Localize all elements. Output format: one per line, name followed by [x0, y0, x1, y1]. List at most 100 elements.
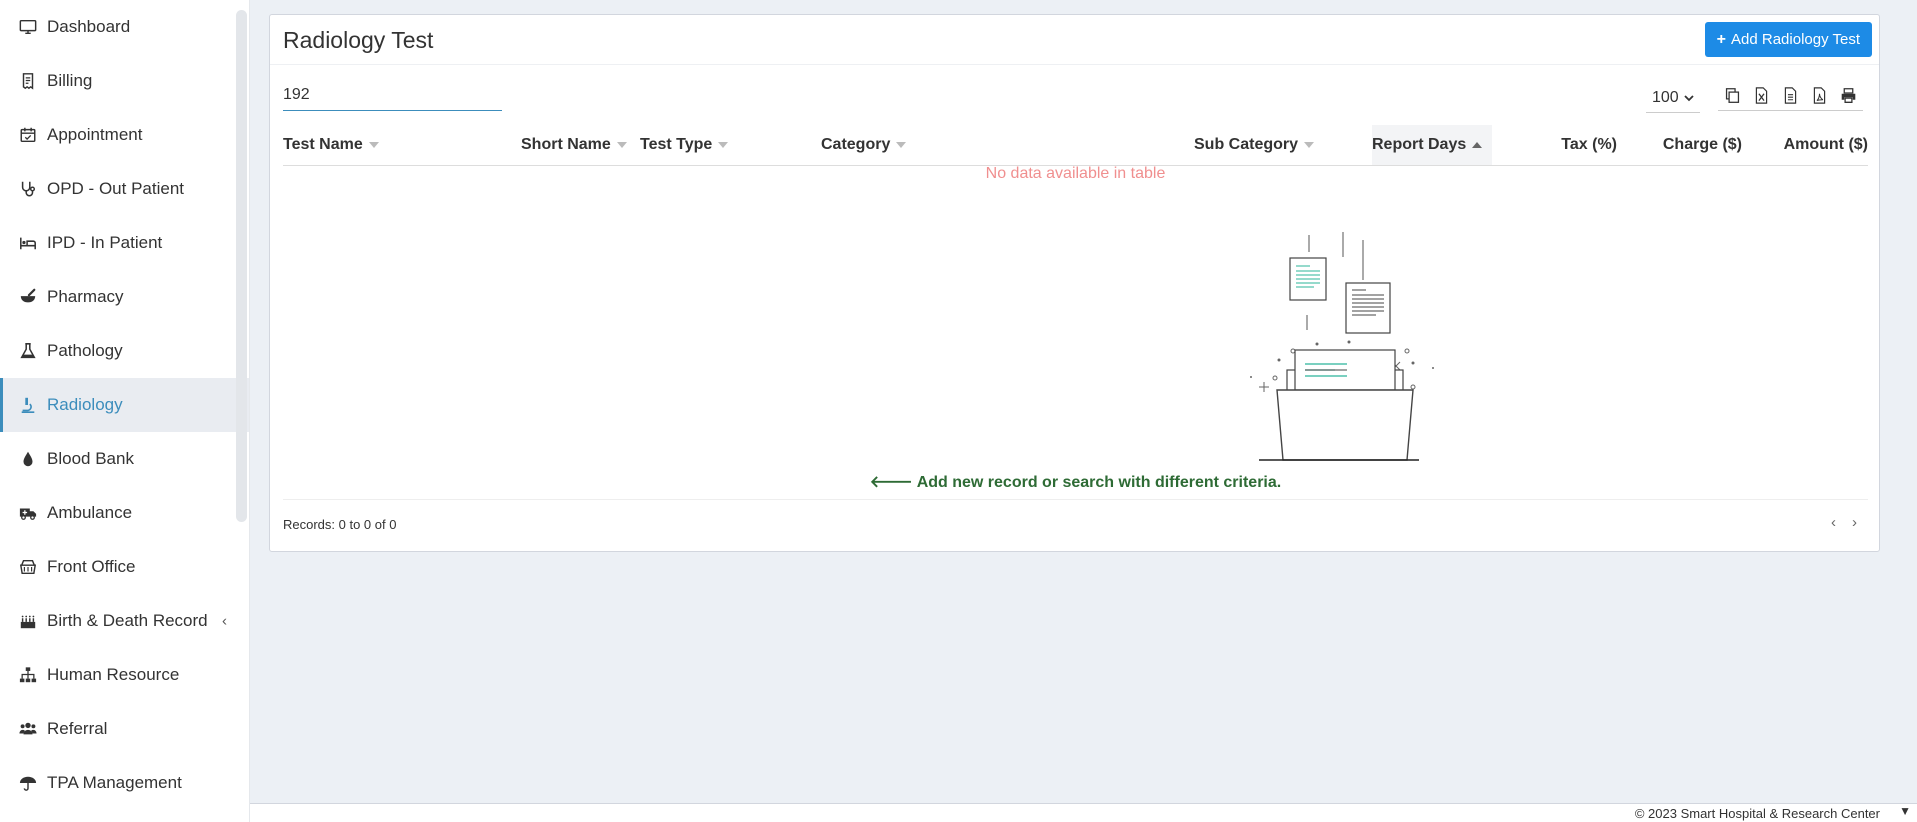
- column-label: Report Days: [1372, 135, 1467, 153]
- sidebar-item-referral[interactable]: Referral: [0, 702, 249, 756]
- table-header-row: Test Name Short Name Test Type Category …: [283, 125, 1868, 166]
- sidebar-item-label: Appointment: [47, 125, 143, 144]
- previous-page-icon[interactable]: ‹: [1831, 514, 1836, 531]
- empty-table-message: No data available in table: [985, 165, 1166, 182]
- column-label: Amount ($): [1783, 135, 1868, 153]
- caret-down-icon[interactable]: ▼: [1899, 804, 1911, 818]
- sort-asc-icon: [1472, 141, 1483, 148]
- sidebar-item-label: Dashboard: [47, 17, 131, 36]
- column-label: Charge ($): [1662, 135, 1742, 153]
- sidebar: Dashboard Billing Appointment OPD - Out …: [0, 0, 250, 822]
- sidebar-item-label: IPD - In Patient: [47, 233, 163, 252]
- panel-header: Radiology Test + Add Radiology Test: [270, 15, 1879, 65]
- radiology-test-table: Test Name Short Name Test Type Category …: [283, 125, 1868, 166]
- empty-folder-illustration: [1250, 232, 1434, 461]
- file-text-icon: [1784, 86, 1797, 104]
- column-label: Sub Category: [1194, 135, 1299, 153]
- users-icon: [18, 719, 38, 739]
- copyright-text: © 2023 Smart Hospital & Research Center: [1634, 806, 1880, 821]
- column-report-days[interactable]: Report Days: [1372, 125, 1492, 166]
- sort-icon: [896, 141, 907, 148]
- sidebar-item-ambulance[interactable]: Ambulance: [0, 486, 249, 540]
- file-pdf-icon: [1813, 86, 1826, 104]
- page-length-select[interactable]: 100: [1646, 83, 1700, 113]
- column-short-name[interactable]: Short Name: [521, 125, 640, 166]
- sort-icon: [616, 141, 627, 148]
- copy-icon: [1725, 87, 1740, 103]
- sidebar-item-label: OPD - Out Patient: [47, 179, 184, 198]
- calendar-check-icon: [18, 125, 38, 145]
- search-input[interactable]: [283, 81, 502, 109]
- sidebar-item-opd[interactable]: OPD - Out Patient: [0, 162, 249, 216]
- sidebar-item-label: Billing: [47, 71, 93, 90]
- sidebar-item-label: Referral: [47, 719, 108, 738]
- sidebar-item-front-office[interactable]: Front Office: [0, 540, 249, 594]
- sidebar-item-tpa-management[interactable]: TPA Management: [0, 756, 249, 810]
- dumpster-icon: [18, 557, 38, 577]
- add-radiology-test-button[interactable]: + Add Radiology Test: [1704, 22, 1872, 57]
- column-sub-category[interactable]: Sub Category: [1194, 125, 1372, 166]
- sidebar-scrollbar[interactable]: [236, 10, 247, 522]
- csv-export-button[interactable]: [1776, 81, 1805, 109]
- sidebar-item-label: Front Office: [47, 557, 136, 576]
- blood-drop-icon: [18, 449, 38, 469]
- mortar-pestle-icon: [18, 287, 38, 307]
- sidebar-item-pathology[interactable]: Pathology: [0, 324, 249, 378]
- page-length-value: 100: [1652, 88, 1679, 106]
- umbrella-icon: [18, 773, 38, 793]
- excel-export-button[interactable]: [1747, 81, 1776, 109]
- search-field: [283, 81, 502, 111]
- column-test-type[interactable]: Test Type: [640, 125, 821, 166]
- pdf-export-button[interactable]: [1805, 81, 1834, 109]
- sidebar-item-billing[interactable]: Billing: [0, 54, 249, 108]
- sidebar-item-birth-death[interactable]: Birth & Death Record ‹: [0, 594, 249, 648]
- file-excel-icon: [1755, 86, 1768, 104]
- copy-button[interactable]: [1718, 81, 1747, 109]
- sidebar-item-human-resource[interactable]: Human Resource: [0, 648, 249, 702]
- print-icon: [1841, 87, 1856, 103]
- sidebar-item-appointment[interactable]: Appointment: [0, 108, 249, 162]
- sidebar-item-ipd[interactable]: IPD - In Patient: [0, 216, 249, 270]
- radiology-test-panel: Radiology Test + Add Radiology Test 100: [269, 14, 1880, 552]
- sidebar-item-pharmacy[interactable]: Pharmacy: [0, 270, 249, 324]
- microscope-icon: [18, 395, 38, 415]
- column-label: Test Type: [640, 135, 713, 153]
- receipt-icon: [18, 71, 38, 91]
- records-info: Records: 0 to 0 of 0: [283, 517, 397, 532]
- pagination: ‹ ›: [1831, 514, 1857, 531]
- sitemap-icon: [18, 665, 38, 685]
- column-charge: Charge ($): [1617, 125, 1742, 166]
- sort-icon: [718, 141, 729, 148]
- arrow-left-icon: 🡐: [869, 474, 913, 491]
- print-button[interactable]: [1834, 81, 1863, 109]
- monitor-icon: [18, 17, 38, 37]
- sidebar-item-label: Pathology: [47, 341, 123, 360]
- column-test-name[interactable]: Test Name: [283, 125, 521, 166]
- sidebar-item-label: TPA Management: [47, 773, 182, 792]
- chevron-left-icon[interactable]: ‹: [222, 613, 227, 630]
- bed-icon: [18, 233, 38, 253]
- chevron-down-icon: [1684, 94, 1694, 101]
- footer: © 2023 Smart Hospital & Research Center …: [250, 803, 1917, 822]
- divider: [283, 499, 1868, 500]
- birthday-cake-icon: [18, 611, 38, 631]
- add-button-label: Add Radiology Test: [1731, 31, 1860, 48]
- sort-icon: [1304, 141, 1315, 148]
- sidebar-item-label: Blood Bank: [47, 449, 134, 468]
- sidebar-item-dashboard[interactable]: Dashboard: [0, 0, 249, 54]
- column-category[interactable]: Category: [821, 125, 1194, 166]
- sidebar-item-label: Pharmacy: [47, 287, 124, 306]
- sort-icon: [368, 141, 379, 148]
- empty-hint: 🡐 Add new record or search with different…: [283, 471, 1868, 492]
- sidebar-item-radiology[interactable]: Radiology: [0, 378, 249, 432]
- empty-hint-text: Add new record or search with different …: [916, 474, 1282, 491]
- sidebar-item-label: Radiology: [47, 395, 123, 414]
- column-label: Short Name: [521, 135, 611, 153]
- export-toolbar: [1718, 81, 1863, 111]
- next-page-icon[interactable]: ›: [1852, 514, 1857, 531]
- column-tax: Tax (%): [1492, 125, 1617, 166]
- sidebar-item-blood-bank[interactable]: Blood Bank: [0, 432, 249, 486]
- page-title: Radiology Test: [283, 27, 434, 53]
- sidebar-item-label: Birth & Death Record: [47, 611, 208, 630]
- ambulance-icon: [18, 503, 38, 523]
